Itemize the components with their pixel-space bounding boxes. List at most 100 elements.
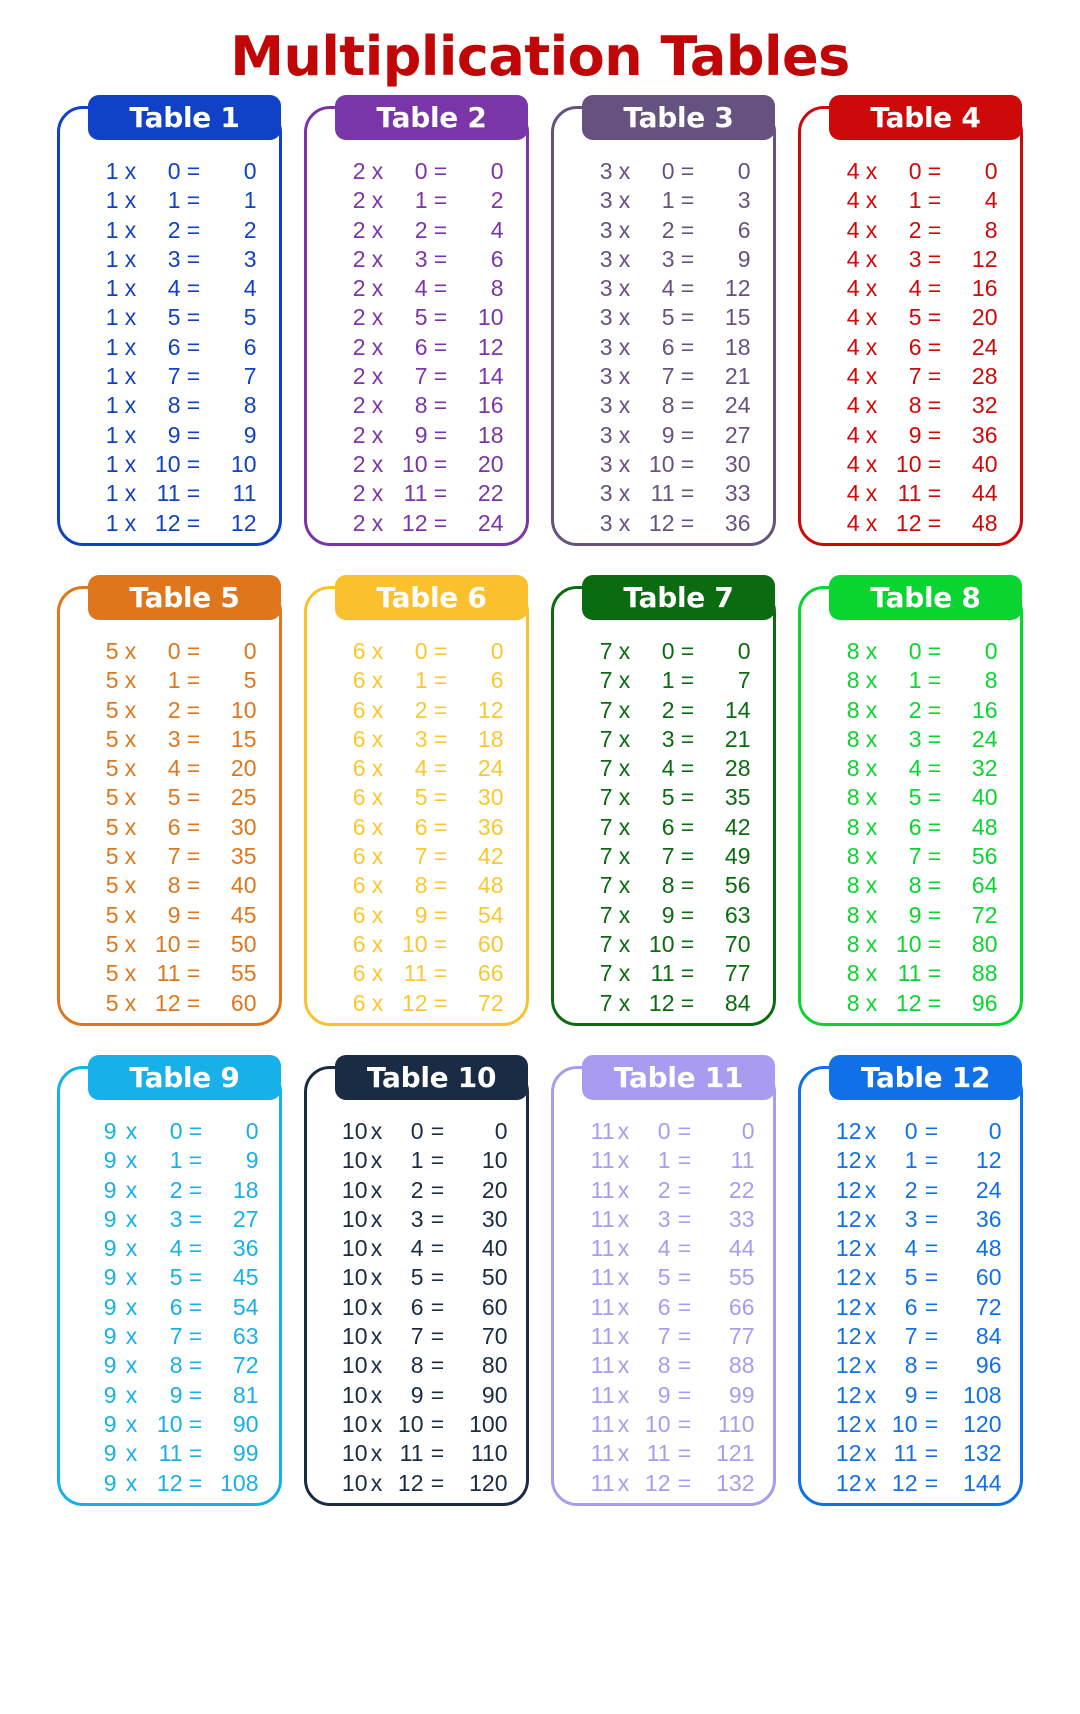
multiply-operator: x — [864, 1352, 877, 1379]
table-row: 10 x 0 = 0 — [315, 1117, 520, 1146]
multiply-operator: x — [124, 696, 137, 723]
multiply-operator: x — [865, 245, 878, 272]
multiplier-value: 1 — [657, 1147, 671, 1174]
multiply-operator: x — [618, 755, 631, 782]
multiply-operator: x — [865, 843, 878, 870]
table-row: 4 x 5 = 20 — [809, 303, 1014, 332]
product-value: 0 — [243, 638, 257, 664]
equals-operator: = — [924, 1205, 939, 1232]
table-row: 4 x 12 = 48 — [809, 509, 1014, 538]
multiply-operator: x — [124, 275, 137, 302]
product-value: 18 — [477, 421, 504, 448]
multiplier-value: 10 — [401, 930, 428, 957]
multiply-operator: x — [865, 960, 878, 987]
multiplier-value: 11 — [650, 960, 675, 987]
multiplicand-value: 1 — [105, 245, 119, 272]
multiply-operator: x — [371, 187, 384, 214]
multiply-operator: x — [618, 784, 631, 811]
table-card-title: Table 4 — [870, 100, 981, 134]
multiplicand-value: 2 — [352, 333, 366, 360]
table-row: 12 x 1 = 12 — [809, 1146, 1014, 1175]
equals-operator: = — [680, 158, 695, 184]
multiplier-value: 12 — [401, 989, 428, 1016]
multiplier-value: 12 — [648, 509, 675, 536]
multiply-operator: x — [618, 480, 631, 507]
multiplicand-value: 6 — [352, 755, 366, 782]
multiplicand-value: 10 — [341, 1147, 368, 1174]
multiply-operator: x — [370, 1352, 383, 1379]
product-value: 88 — [971, 960, 998, 987]
multiplicand-value: 5 — [105, 843, 119, 870]
multiply-operator: x — [125, 1147, 138, 1174]
table-card-header: Table 4 — [829, 95, 1022, 140]
multiplicand-value: 3 — [599, 333, 613, 360]
multiply-operator: x — [370, 1440, 383, 1467]
multiply-operator: x — [617, 1323, 630, 1350]
equals-operator: = — [186, 333, 201, 360]
table-row: 1 x 12 = 12 — [68, 509, 273, 538]
multiply-operator: x — [618, 960, 631, 987]
multiplier-value: 12 — [154, 989, 181, 1016]
equals-operator: = — [924, 1118, 939, 1144]
multiplier-value: 3 — [661, 245, 675, 272]
product-value: 70 — [724, 930, 751, 957]
multiply-operator: x — [124, 930, 137, 957]
multiply-operator: x — [124, 509, 137, 536]
multiplier-value: 1 — [169, 1147, 183, 1174]
multiplier-value: 0 — [904, 1118, 918, 1144]
multiplier-value: 10 — [895, 930, 922, 957]
multiplier-value: 11 — [403, 960, 428, 987]
product-value: 30 — [481, 1205, 508, 1232]
multiply-operator: x — [125, 1381, 138, 1408]
multiplicand-value: 2 — [352, 187, 366, 214]
multiplier-value: 0 — [661, 638, 675, 664]
multiplier-value: 4 — [904, 1235, 918, 1262]
multiplier-value: 12 — [397, 1469, 424, 1496]
equals-operator: = — [927, 638, 942, 664]
multiplier-value: 2 — [904, 1176, 918, 1203]
product-value: 7 — [243, 363, 257, 390]
product-value: 9 — [243, 421, 257, 448]
equals-operator: = — [430, 1323, 445, 1350]
multiplicand-value: 11 — [590, 1440, 615, 1467]
product-value: 60 — [481, 1293, 508, 1320]
product-value: 24 — [477, 509, 504, 536]
multiplier-value: 2 — [657, 1176, 671, 1203]
table-row: 5 x 8 = 40 — [68, 871, 273, 900]
multiply-operator: x — [125, 1205, 138, 1232]
multiplicand-value: 2 — [352, 480, 366, 507]
multiplier-value: 4 — [167, 755, 181, 782]
product-value: 18 — [724, 333, 751, 360]
multiplicand-value: 1 — [105, 216, 119, 243]
table-card: Table 8 8 x 0 = 0 8 x 1 = 8 8 x 2 = 16 8 x 3 = 24 8 x 4 = 32 8 x 5 = 4… — [798, 575, 1023, 1026]
multiply-operator: x — [865, 363, 878, 390]
multiplier-value: 8 — [661, 872, 675, 899]
equals-operator: = — [677, 1264, 692, 1291]
multiply-operator: x — [618, 158, 631, 184]
multiplicand-value: 6 — [352, 667, 366, 694]
equals-operator: = — [433, 158, 448, 184]
table-row: 4 x 1 = 4 — [809, 186, 1014, 215]
table-card: Table 12 12 x 0 = 0 12 x 1 = 12 12 x 2 = 24 12 x 3 = 36 12 x 4 =… — [798, 1055, 1023, 1506]
multiplicand-value: 7 — [599, 989, 613, 1016]
multiplier-value: 1 — [908, 667, 922, 694]
product-value: 22 — [728, 1176, 755, 1203]
multiplicand-value: 2 — [352, 509, 366, 536]
multiplier-value: 8 — [167, 392, 181, 419]
multiplier-value: 1 — [904, 1147, 918, 1174]
table-row: 1 x 6 = 6 — [68, 333, 273, 362]
equals-operator: = — [433, 843, 448, 870]
multiplier-value: 10 — [644, 1410, 671, 1437]
multiplier-value: 7 — [167, 363, 181, 390]
multiplier-value: 9 — [167, 421, 181, 448]
equals-operator: = — [680, 450, 695, 477]
multiplier-value: 11 — [399, 1440, 424, 1467]
multiplier-value: 7 — [661, 843, 675, 870]
multiplier-value: 9 — [908, 901, 922, 928]
multiplier-value: 8 — [169, 1352, 183, 1379]
table-row: 6 x 3 = 18 — [315, 725, 520, 754]
multiply-operator: x — [617, 1176, 630, 1203]
equals-operator: = — [186, 843, 201, 870]
equals-operator: = — [927, 480, 942, 507]
multiply-operator: x — [617, 1264, 630, 1291]
